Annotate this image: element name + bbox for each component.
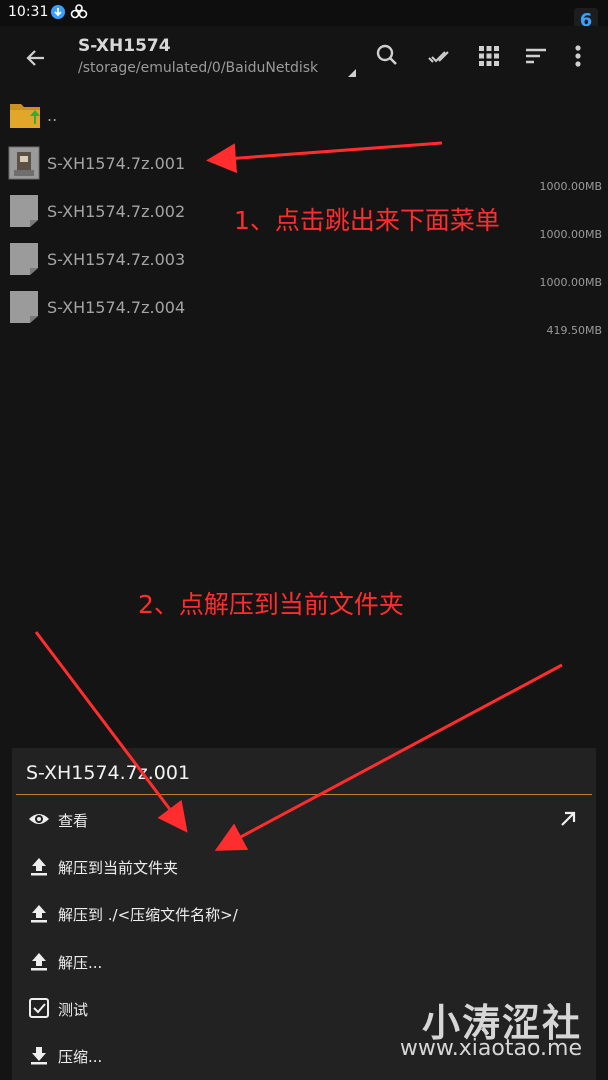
- more-vert-icon[interactable]: [562, 40, 594, 72]
- upload-icon: [28, 950, 50, 972]
- upload-icon: [28, 855, 50, 877]
- grid-view-icon[interactable]: [473, 40, 505, 72]
- archive-icon: [8, 146, 40, 180]
- list-item[interactable]: ..: [0, 92, 608, 140]
- sheet-title: S-XH1574.7z.001: [26, 762, 191, 784]
- list-item[interactable]: S-XH1574.7z.003 1000.00MB: [0, 236, 608, 289]
- list-item[interactable]: S-XH1574.7z.004 419.50MB: [0, 284, 608, 337]
- path-dropdown-icon[interactable]: [346, 64, 358, 77]
- back-arrow-icon[interactable]: [18, 40, 54, 76]
- menu-item-label: 解压...: [58, 954, 103, 972]
- menu-item-label: 解压到 ./<压缩文件名称>/: [58, 906, 238, 924]
- download-icon: [28, 1044, 50, 1066]
- file-name: S-XH1574.7z.001: [47, 154, 186, 173]
- file-name: ..: [47, 106, 58, 125]
- parent-folder-icon: [8, 98, 40, 132]
- menu-item-label: 查看: [58, 812, 89, 830]
- file-name: S-XH1574.7z.002: [47, 202, 186, 221]
- select-all-icon[interactable]: [426, 40, 458, 72]
- menu-item-view[interactable]: 查看: [12, 797, 596, 843]
- watermark-url: www.xiaotao.me: [399, 1036, 582, 1061]
- download-icon: [50, 4, 66, 20]
- file-size: 419.50MB: [546, 324, 602, 337]
- file-name: S-XH1574.7z.003: [47, 250, 186, 269]
- file-name: S-XH1574.7z.004: [47, 298, 186, 317]
- menu-item-extract[interactable]: 解压...: [12, 939, 596, 985]
- search-icon[interactable]: [371, 40, 403, 72]
- annotation-step2: 2、点解压到当前文件夹: [138, 590, 404, 619]
- list-item[interactable]: S-XH1574.7z.001 1000.00MB: [0, 140, 608, 193]
- status-bar: 10:31 6: [0, 0, 608, 34]
- menu-item-label: 解压到当前文件夹: [58, 859, 179, 877]
- menu-item-extract-here[interactable]: 解压到当前文件夹: [12, 844, 596, 890]
- sheet-divider: [16, 794, 592, 795]
- app-bar: S-XH1574 /storage/emulated/0/BaiduNetdis…: [0, 26, 608, 92]
- open-external-icon[interactable]: [556, 807, 580, 831]
- file-icon: [8, 242, 40, 276]
- file-icon: [8, 290, 40, 324]
- upload-icon: [28, 902, 50, 924]
- checkbox-icon: [28, 997, 50, 1019]
- link-icon: [70, 4, 88, 20]
- menu-item-label: 压缩...: [58, 1048, 103, 1066]
- menu-item-extract-to-folder[interactable]: 解压到 ./<压缩文件名称>/: [12, 891, 596, 937]
- annotation-step1: 1、点击跳出来下面菜单: [234, 206, 500, 235]
- file-icon: [8, 194, 40, 228]
- menu-item-label: 测试: [58, 1001, 89, 1019]
- eye-icon: [28, 808, 50, 830]
- status-time: 10:31: [8, 4, 49, 20]
- current-path[interactable]: /storage/emulated/0/BaiduNetdisk: [78, 60, 318, 76]
- page-title: S-XH1574: [78, 36, 171, 56]
- sort-icon[interactable]: [520, 40, 552, 72]
